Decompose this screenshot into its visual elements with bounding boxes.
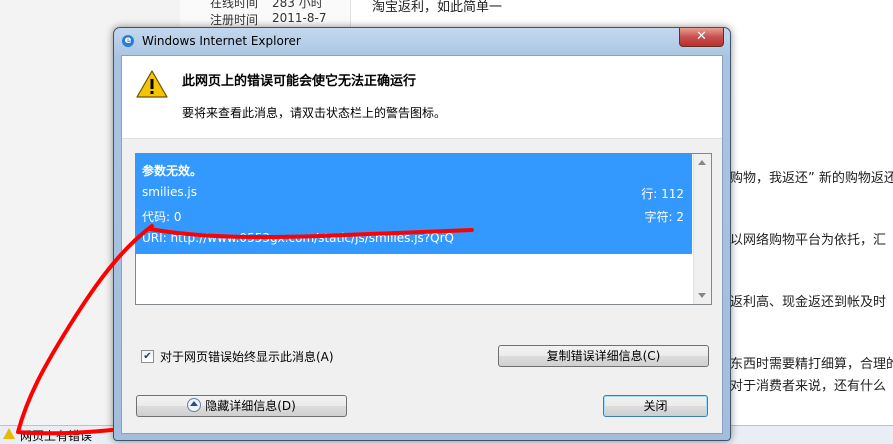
scroll-up-arrow-icon[interactable] bbox=[698, 160, 706, 165]
error-details-box[interactable]: 参数无效。 smilies.js 行: 112 代码: 0 字符: 2 URI:… bbox=[135, 153, 712, 305]
dialog-title: Windows Internet Explorer bbox=[142, 34, 301, 48]
article-line-4: 返利高、现金返还到帐及时 bbox=[730, 295, 887, 310]
selected-details-text: 参数无效。 smilies.js 行: 112 代码: 0 字符: 2 URI:… bbox=[136, 154, 692, 254]
close-button[interactable]: 关闭 bbox=[603, 395, 708, 417]
dialog-body: 此网页上的错误可能会使它无法正确运行 要将来查看此消息，请双击状态栏上的警告图标… bbox=[121, 55, 723, 434]
collapse-arrow-icon bbox=[187, 398, 202, 412]
error-code: 代码: 0 bbox=[142, 210, 182, 224]
always-show-label[interactable]: 对于网页错误始终显示此消息(A) bbox=[160, 348, 334, 365]
article-line-2: 购物，我返还” 新的购物返还 bbox=[730, 171, 893, 186]
article-line-3: 以网络购物平台为依托，汇 bbox=[730, 233, 887, 248]
details-scrollbar[interactable] bbox=[693, 154, 711, 304]
dialog-header: 此网页上的错误可能会使它无法正确运行 要将来查看此消息，请双击状态栏上的警告图标… bbox=[122, 56, 722, 139]
copy-details-button[interactable]: 复制错误详细信息(C) bbox=[498, 345, 709, 367]
dialog-titlebar[interactable]: e Windows Internet Explorer ✕ bbox=[114, 28, 730, 54]
window-close-button[interactable]: ✕ bbox=[679, 28, 724, 47]
error-message: 参数无效。 bbox=[142, 164, 203, 178]
error-file: smilies.js bbox=[142, 185, 197, 199]
info-row-register-date: 注册时间 2011-8-7 bbox=[210, 11, 327, 27]
scroll-down-arrow-icon[interactable] bbox=[698, 293, 706, 298]
error-heading: 此网页上的错误可能会使它无法正确运行 bbox=[182, 74, 417, 89]
always-show-checkbox[interactable]: ✔ bbox=[141, 350, 154, 363]
error-line: 行: 112 bbox=[641, 187, 684, 201]
hide-details-button[interactable]: 隐藏详细信息(D) bbox=[136, 395, 347, 417]
status-error-text[interactable]: 网页上有错误 bbox=[20, 427, 92, 444]
ie-error-dialog: e Windows Internet Explorer ✕ 此网页上的错误可能会… bbox=[113, 27, 731, 441]
warning-icon bbox=[136, 70, 168, 98]
article-line-1: 淘宝返利，如此简单一 bbox=[372, 0, 503, 15]
error-subtext: 要将来查看此消息，请双击状态栏上的警告图标。 bbox=[182, 106, 447, 120]
article-line-6: 对于消费者来说，还有什么 bbox=[730, 379, 887, 394]
ie-logo-icon: e bbox=[122, 35, 134, 47]
hide-details-label: 隐藏详细信息(D) bbox=[205, 399, 296, 413]
error-warning-icon[interactable] bbox=[3, 428, 15, 439]
article-line-5: 东西时需要精打细算，合理的 bbox=[730, 357, 893, 372]
error-uri: URI: http://www.0553gx.com/static/js/smi… bbox=[142, 231, 454, 245]
error-char: 字符: 2 bbox=[644, 210, 685, 224]
info-row-online-time: 在线时间 283 小时 bbox=[210, 0, 323, 10]
